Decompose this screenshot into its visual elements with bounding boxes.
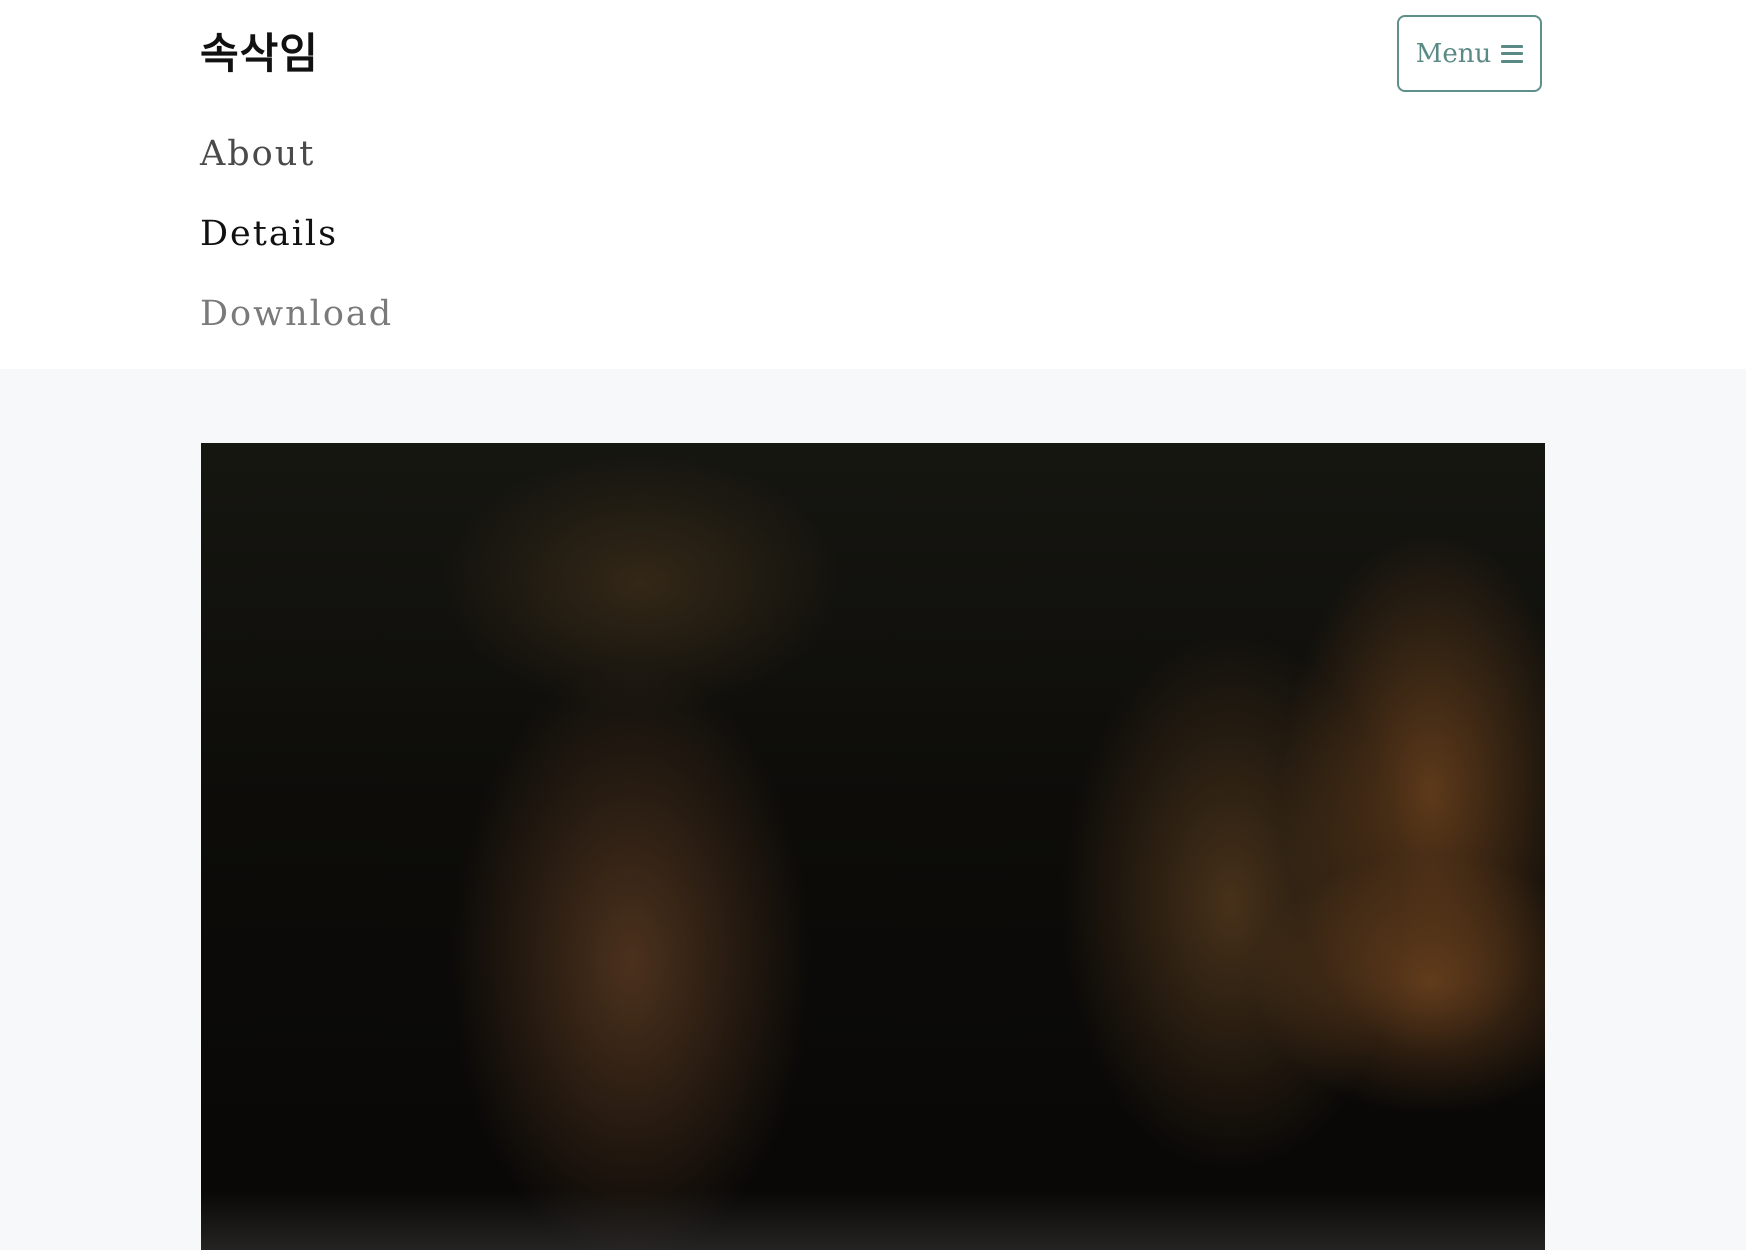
hamburger-icon (1501, 44, 1524, 63)
nav-link-details[interactable]: Details (200, 211, 338, 257)
photo-bottom-shadow (201, 1190, 1545, 1250)
nav-link-about[interactable]: About (200, 131, 315, 177)
site-header: 속삭임 Menu About Details Download (0, 0, 1746, 369)
menu-button-label: Menu (1415, 38, 1492, 69)
nav-link-download[interactable]: Download (200, 291, 393, 337)
menu-button[interactable]: Menu (1397, 15, 1542, 92)
site-title[interactable]: 속삭임 (200, 24, 319, 84)
hero-photo (201, 443, 1545, 1250)
